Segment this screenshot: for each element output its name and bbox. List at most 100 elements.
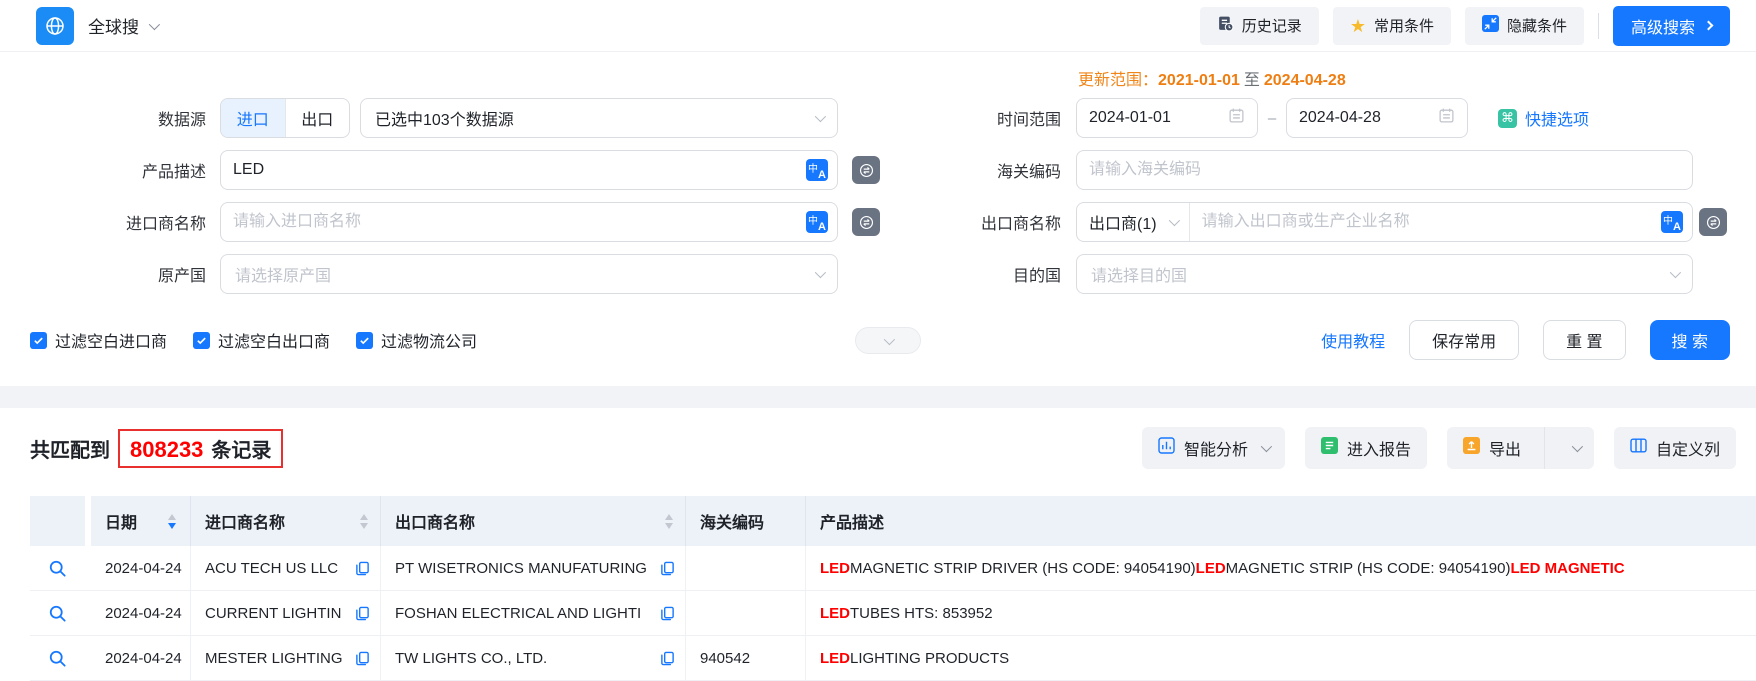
copy-icon[interactable]	[660, 561, 675, 576]
results-table: 日期 进口商名称 出口商名称 海关编码 产品描述	[30, 496, 1756, 681]
app-logo-globe-icon	[36, 7, 74, 45]
filter-blank-exporter-checkbox[interactable]: 过滤空白出口商	[193, 328, 330, 352]
calendar-icon	[1228, 107, 1245, 129]
toggle-export[interactable]: 出口	[286, 99, 350, 137]
command-icon: ⌘	[1498, 109, 1517, 128]
filter-blank-importer-checkbox[interactable]: 过滤空白进口商	[30, 328, 167, 352]
importer-input[interactable]	[221, 203, 806, 241]
importer-cell: CURRENT LIGHTIN	[191, 591, 381, 635]
collapse-icon	[1482, 15, 1499, 36]
exporter-cell: PT WISETRONICS MANUFATURING	[381, 546, 686, 590]
copy-icon[interactable]	[355, 561, 370, 576]
divider	[1544, 427, 1545, 469]
search-form: 更新范围：2021-01-01至2024-04-28 数据源 进口 出口 已选中…	[0, 52, 1756, 360]
column-header-product-desc: 产品描述	[806, 496, 1756, 546]
export-icon	[1463, 437, 1480, 459]
table-header: 日期 进口商名称 出口商名称 海关编码 产品描述	[30, 496, 1756, 546]
history-icon	[1217, 15, 1234, 36]
row-search-icon[interactable]	[48, 559, 67, 578]
export-dropdown-toggle[interactable]	[1554, 427, 1594, 469]
tutorial-link[interactable]: 使用教程	[1321, 328, 1385, 352]
data-source-select[interactable]: 已选中103个数据源	[360, 98, 838, 138]
column-header-date[interactable]: 日期	[91, 496, 191, 546]
exclude-synonym-icon[interactable]	[852, 208, 880, 236]
column-header-importer[interactable]: 进口商名称	[191, 496, 381, 546]
product-desc-cell: LED LIGHTING PRODUCTS	[806, 636, 1756, 680]
date-cell: 2024-04-24	[91, 546, 191, 590]
exclude-synonym-icon[interactable]	[852, 156, 880, 184]
table-body: 2024-04-24 ACU TECH US LLC PT WISETRONIC…	[30, 546, 1756, 681]
report-icon	[1321, 437, 1338, 459]
exporter-cell: TW LIGHTS CO., LTD.	[381, 636, 686, 680]
toggle-import[interactable]: 进口	[221, 99, 285, 137]
column-header-exporter[interactable]: 出口商名称	[381, 496, 686, 546]
translate-icon[interactable]: 中A	[806, 211, 828, 233]
copy-icon[interactable]	[660, 651, 675, 666]
exclude-synonym-icon[interactable]	[1699, 208, 1727, 236]
end-date-input[interactable]: 2024-04-28	[1286, 98, 1468, 138]
copy-icon[interactable]	[355, 606, 370, 621]
dest-country-select[interactable]: 请选择目的国	[1076, 254, 1693, 294]
product-desc-input[interactable]	[221, 151, 806, 189]
custom-columns-button[interactable]: 自定义列	[1614, 427, 1736, 469]
export-button[interactable]: 导出	[1447, 427, 1535, 469]
history-button[interactable]: 历史记录	[1200, 7, 1319, 45]
chevron-down-icon	[1572, 441, 1583, 452]
translate-icon[interactable]: 中A	[806, 159, 828, 181]
origin-country-select[interactable]: 请选择原产国	[220, 254, 838, 294]
import-export-toggle: 进口 出口	[220, 98, 350, 138]
advanced-search-button[interactable]: 高级搜索	[1613, 6, 1730, 46]
update-range-text: 更新范围：2021-01-01至2024-04-28	[1078, 66, 1346, 90]
enter-report-button[interactable]: 进入报告	[1305, 427, 1427, 469]
table-row: 2024-04-24 MESTER LIGHTING TW LIGHTS CO.…	[30, 636, 1756, 681]
collapse-form-toggle[interactable]	[855, 327, 921, 354]
copy-icon[interactable]	[660, 606, 675, 621]
date-range-dash: –	[1258, 110, 1286, 127]
origin-country-label: 原产国	[0, 262, 220, 286]
results-section: 共匹配到 808233 条记录 智能分析 进入报告	[0, 424, 1756, 681]
row-search-icon[interactable]	[48, 604, 67, 623]
product-desc-cell: LED MAGNETIC STRIP DRIVER (HS CODE: 9405…	[806, 546, 1756, 590]
chevron-right-icon	[1704, 21, 1714, 31]
search-button[interactable]: 搜 索	[1650, 320, 1730, 360]
column-header-hs-code: 海关编码	[686, 496, 806, 546]
section-divider-band	[0, 386, 1756, 408]
reset-button[interactable]: 重 置	[1543, 320, 1625, 360]
exporter-label: 出口商名称	[894, 210, 1076, 234]
favorite-conditions-button[interactable]: ★ 常用条件	[1333, 7, 1451, 45]
sort-icons[interactable]	[360, 514, 368, 529]
exporter-cell: FOSHAN ELECTRICAL AND LIGHTI	[381, 591, 686, 635]
app-switcher-chevron-down-icon[interactable]	[149, 17, 157, 35]
exporter-input[interactable]	[1190, 203, 1661, 241]
start-date-input[interactable]: 2024-01-01	[1076, 98, 1258, 138]
row-search-icon[interactable]	[48, 649, 67, 668]
chart-icon	[1158, 437, 1175, 459]
result-count-highlight-box: 808233 条记录	[118, 429, 283, 468]
chevron-down-icon	[1670, 267, 1681, 278]
quick-options-link[interactable]: ⌘ 快捷选项	[1498, 106, 1589, 130]
hs-code-label: 海关编码	[894, 158, 1076, 182]
sort-icons[interactable]	[168, 514, 176, 529]
translate-icon[interactable]: 中A	[1661, 211, 1683, 233]
data-source-label: 数据源	[0, 106, 220, 130]
copy-icon[interactable]	[355, 651, 370, 666]
exporter-type-select[interactable]: 出口商(1)	[1077, 203, 1190, 241]
save-common-button[interactable]: 保存常用	[1409, 320, 1519, 360]
date-cell: 2024-04-24	[91, 636, 191, 680]
chevron-down-icon	[815, 267, 826, 278]
checkbox-checked-icon	[193, 332, 210, 349]
sort-icons[interactable]	[665, 514, 673, 529]
dest-country-label: 目的国	[894, 262, 1076, 286]
date-cell: 2024-04-24	[91, 591, 191, 635]
export-button-group: 导出	[1447, 427, 1594, 469]
checkbox-checked-icon	[356, 332, 373, 349]
smart-analysis-button[interactable]: 智能分析	[1142, 427, 1285, 469]
importer-cell: MESTER LIGHTING	[191, 636, 381, 680]
filter-logistics-checkbox[interactable]: 过滤物流公司	[356, 328, 477, 352]
hide-conditions-button[interactable]: 隐藏条件	[1465, 7, 1584, 45]
hs-code-input[interactable]	[1077, 151, 1692, 189]
time-range-label: 时间范围	[894, 106, 1076, 130]
star-icon: ★	[1350, 17, 1366, 35]
chevron-down-icon	[815, 111, 826, 122]
topbar: 全球搜 历史记录 ★ 常用条件 隐藏条件 高级搜索	[0, 0, 1756, 52]
